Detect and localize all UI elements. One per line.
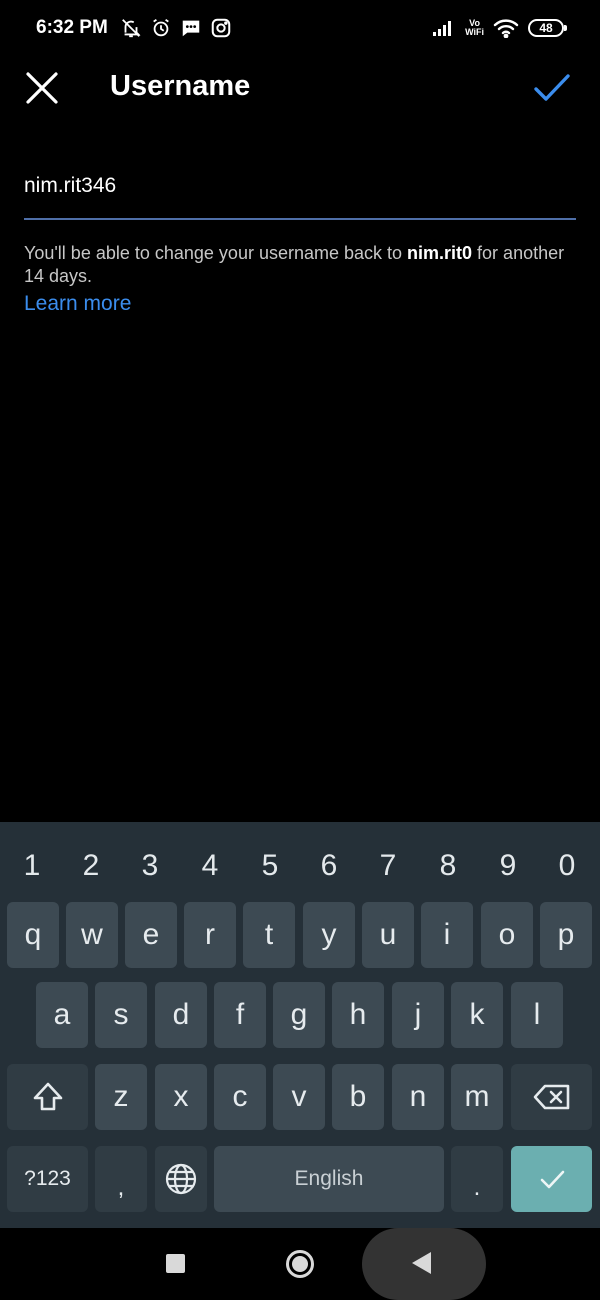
enter-key[interactable] bbox=[511, 1146, 592, 1212]
status-bar: 6:32 PM Vo WiFi 48 bbox=[0, 0, 600, 56]
key-u[interactable]: u bbox=[362, 902, 414, 968]
shift-icon bbox=[33, 1082, 62, 1111]
key-f[interactable]: f bbox=[214, 982, 266, 1048]
back-button[interactable] bbox=[412, 1252, 431, 1274]
signal-icon bbox=[433, 21, 452, 36]
space-key[interactable]: English bbox=[214, 1146, 444, 1212]
key-b[interactable]: b bbox=[332, 1064, 384, 1130]
battery-icon: 48 bbox=[528, 19, 567, 37]
key-k[interactable]: k bbox=[451, 982, 503, 1048]
key-o[interactable]: o bbox=[481, 902, 533, 968]
learn-more-link[interactable]: Learn more bbox=[24, 292, 131, 316]
key-x[interactable]: x bbox=[155, 1064, 207, 1130]
key-d[interactable]: d bbox=[155, 982, 207, 1048]
key-y[interactable]: y bbox=[303, 902, 355, 968]
key-n[interactable]: n bbox=[392, 1064, 444, 1130]
instagram-icon bbox=[211, 18, 231, 38]
shift-key[interactable] bbox=[7, 1064, 88, 1130]
status-system-icons: Vo WiFi 48 bbox=[432, 0, 567, 56]
key-s[interactable]: s bbox=[95, 982, 147, 1048]
key-j[interactable]: j bbox=[392, 982, 444, 1048]
page-title: Username bbox=[110, 70, 251, 102]
key-t[interactable]: t bbox=[243, 902, 295, 968]
key-v[interactable]: v bbox=[273, 1064, 325, 1130]
key-2[interactable]: 2 bbox=[64, 836, 118, 896]
on-screen-keyboard: 1 2 3 4 5 6 7 8 9 0 q w e r t y u i o p … bbox=[0, 822, 600, 1228]
number-row: 1 2 3 4 5 6 7 8 9 0 bbox=[0, 836, 600, 896]
key-0[interactable]: 0 bbox=[540, 836, 594, 896]
help-text-before: You'll be able to change your username b… bbox=[24, 243, 408, 263]
comma-key[interactable]: , bbox=[95, 1146, 147, 1212]
globe-icon bbox=[165, 1163, 197, 1195]
backspace-icon bbox=[533, 1084, 569, 1110]
bell-off-icon bbox=[121, 19, 141, 38]
username-input[interactable] bbox=[24, 164, 576, 208]
home-button[interactable] bbox=[286, 1250, 314, 1278]
key-m[interactable]: m bbox=[451, 1064, 503, 1130]
done-button[interactable] bbox=[530, 66, 574, 110]
key-g[interactable]: g bbox=[273, 982, 325, 1048]
battery-level: 48 bbox=[539, 21, 553, 35]
language-key[interactable] bbox=[155, 1146, 207, 1212]
check-icon bbox=[540, 1170, 564, 1189]
key-9[interactable]: 9 bbox=[481, 836, 535, 896]
key-p[interactable]: p bbox=[540, 902, 592, 968]
key-5[interactable]: 5 bbox=[243, 836, 297, 896]
key-r[interactable]: r bbox=[184, 902, 236, 968]
alarm-icon bbox=[152, 18, 169, 37]
key-l[interactable]: l bbox=[511, 982, 563, 1048]
key-i[interactable]: i bbox=[421, 902, 473, 968]
top-app-bar: Username bbox=[0, 56, 600, 120]
key-1[interactable]: 1 bbox=[5, 836, 59, 896]
key-q[interactable]: q bbox=[7, 902, 59, 968]
key-8[interactable]: 8 bbox=[421, 836, 475, 896]
key-6[interactable]: 6 bbox=[302, 836, 356, 896]
key-a[interactable]: a bbox=[36, 982, 88, 1048]
close-icon bbox=[26, 72, 58, 104]
key-z[interactable]: z bbox=[95, 1064, 147, 1130]
key-e[interactable]: e bbox=[125, 902, 177, 968]
close-button[interactable] bbox=[20, 66, 64, 110]
status-notification-icons bbox=[120, 17, 232, 39]
key-3[interactable]: 3 bbox=[123, 836, 177, 896]
recents-button[interactable] bbox=[166, 1254, 185, 1273]
key-h[interactable]: h bbox=[332, 982, 384, 1048]
key-w[interactable]: w bbox=[66, 902, 118, 968]
key-7[interactable]: 7 bbox=[361, 836, 415, 896]
system-navigation-bar bbox=[0, 1228, 600, 1300]
wifi-icon bbox=[493, 19, 519, 38]
vowifi-icon: Vo WiFi bbox=[465, 19, 484, 37]
previous-username: nim.rit0 bbox=[407, 243, 473, 263]
check-icon bbox=[534, 74, 570, 101]
status-time: 6:32 PM bbox=[36, 17, 108, 38]
backspace-key[interactable] bbox=[511, 1064, 592, 1130]
username-help-text: You'll be able to change your username b… bbox=[24, 242, 576, 288]
key-4[interactable]: 4 bbox=[183, 836, 237, 896]
username-field[interactable] bbox=[24, 164, 576, 220]
vowifi-bottom-label: WiFi bbox=[465, 27, 484, 37]
symbols-key[interactable]: ?123 bbox=[7, 1146, 88, 1212]
message-icon bbox=[182, 20, 200, 37]
key-c[interactable]: c bbox=[214, 1064, 266, 1130]
period-key[interactable]: . bbox=[451, 1146, 503, 1212]
